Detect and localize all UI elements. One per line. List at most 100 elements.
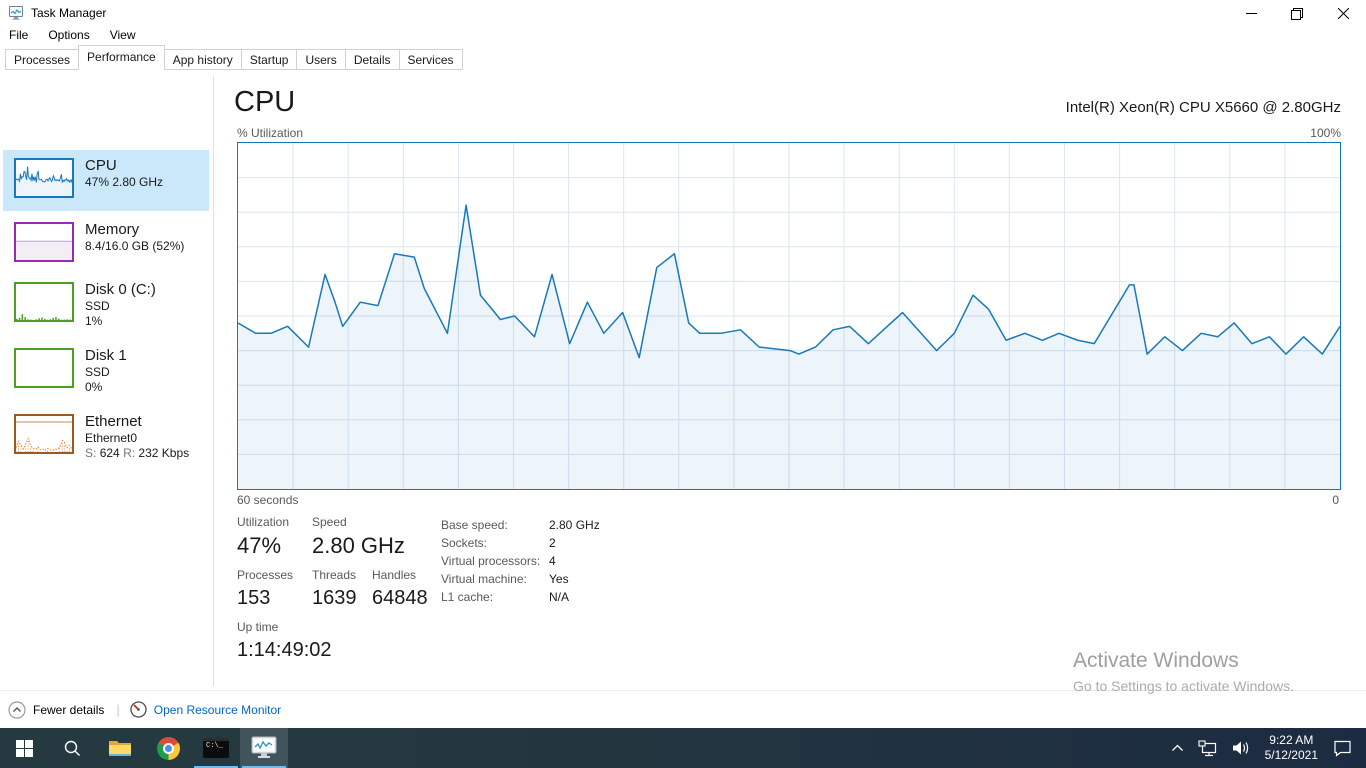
- sidebar-item-ethernet[interactable]: Ethernet Ethernet0 S: 624 R: 232 Kbps: [3, 406, 209, 472]
- menubar: File Options View: [0, 26, 1366, 44]
- x-axis-right-label: 0: [1332, 493, 1339, 507]
- command-prompt-button[interactable]: C:\_: [192, 728, 240, 768]
- sidebar-item-disk0[interactable]: Disk 0 (C:) SSD 1%: [3, 274, 209, 340]
- search-icon: [64, 740, 80, 756]
- sidebar-disk1-usage: 0%: [85, 380, 103, 394]
- sidebar-disk1-type: SSD: [85, 365, 110, 379]
- clock-date: 5/12/2021: [1264, 748, 1318, 762]
- search-button[interactable]: [48, 728, 96, 768]
- memory-mini-graph: [14, 222, 74, 262]
- sidebar-disk1-title: Disk 1: [85, 347, 127, 364]
- disk0-mini-graph: [14, 282, 74, 322]
- sidebar-item-disk1[interactable]: Disk 1 SSD 0%: [3, 340, 209, 406]
- y-axis-label: % Utilization: [237, 126, 304, 140]
- speaker-icon: [1232, 741, 1248, 755]
- task-manager-button[interactable]: [240, 728, 288, 768]
- sidebar-ethernet-throughput: S: 624 R: 232 Kbps: [85, 446, 190, 460]
- tab-services[interactable]: Services: [398, 49, 463, 70]
- tab-details[interactable]: Details: [344, 49, 400, 70]
- command-prompt-icon: C:\_: [203, 738, 229, 758]
- action-center-icon: [1334, 740, 1351, 757]
- detail-virtual-machine: Virtual machine: Yes: [441, 572, 569, 586]
- close-icon: [1337, 8, 1349, 19]
- minimize-icon: [1245, 13, 1257, 14]
- stat-processes: Processes 153: [237, 568, 294, 609]
- fewer-details-button[interactable]: [8, 700, 26, 719]
- sidebar-ethernet-adapter: Ethernet0: [85, 431, 138, 445]
- titlebar: Task Manager: [0, 0, 1366, 26]
- taskbar-clock[interactable]: 9:22 AM 5/12/2021: [1257, 733, 1326, 763]
- detail-base-speed: Base speed: 2.80 GHz: [441, 518, 600, 532]
- footer-divider: |: [116, 702, 120, 717]
- sidebar-item-memory[interactable]: Memory 8.4/16.0 GB (52%): [3, 214, 209, 274]
- stat-threads: Threads 1639: [312, 568, 357, 609]
- tab-performance[interactable]: Performance: [78, 45, 165, 70]
- tray-expand-button[interactable]: [1164, 728, 1191, 768]
- tab-users[interactable]: Users: [296, 49, 346, 70]
- chevron-up-icon: [1171, 744, 1183, 751]
- sidebar-cpu-stats: 47% 2.80 GHz: [85, 175, 164, 189]
- cpu-utilization-chart: [237, 142, 1341, 490]
- desktop: Task Manager File Options View Processes…: [0, 0, 1366, 768]
- tab-startup[interactable]: Startup: [240, 49, 298, 70]
- taskbar: C:\_ 9:22 AM 5/12/2021: [0, 728, 1366, 768]
- footer-bar: Fewer details | Open Resource Monitor: [0, 690, 1366, 728]
- sidebar-cpu-title: CPU: [85, 157, 117, 174]
- sidebar-ethernet-title: Ethernet: [85, 413, 142, 430]
- stat-uptime: Up time 1:14:49:02: [237, 620, 332, 661]
- menu-view[interactable]: View: [100, 28, 146, 42]
- sidebar-memory-title: Memory: [85, 221, 140, 238]
- x-axis-left-label: 60 seconds: [237, 493, 299, 507]
- sidebar-disk0-title: Disk 0 (C:): [85, 281, 156, 298]
- restore-icon: [1291, 7, 1303, 20]
- task-manager-app-icon: [9, 6, 23, 20]
- performance-sidebar: CPU 47% 2.80 GHz Memory 8.4/16.0 GB (52%…: [0, 70, 213, 690]
- detail-l1-cache: L1 cache: N/A: [441, 590, 570, 604]
- cpu-mini-graph: [14, 158, 74, 198]
- action-center-button[interactable]: [1326, 728, 1366, 768]
- chevron-up-circle-icon: [8, 700, 26, 719]
- y-axis-max-label: 100%: [1310, 126, 1341, 140]
- page-title: CPU: [234, 86, 296, 118]
- chrome-button[interactable]: [144, 728, 192, 768]
- clock-time: 9:22 AM: [1269, 733, 1314, 747]
- open-resource-monitor-link[interactable]: Open Resource Monitor: [154, 703, 281, 717]
- tab-app-history[interactable]: App history: [163, 49, 242, 70]
- menu-file[interactable]: File: [0, 28, 38, 42]
- minimize-button[interactable]: [1228, 0, 1274, 27]
- tab-strip: Processes Performance App history Startu…: [0, 45, 1366, 70]
- menu-options[interactable]: Options: [38, 28, 99, 42]
- ethernet-mini-graph: [14, 414, 74, 454]
- system-tray: 9:22 AM 5/12/2021: [1164, 728, 1366, 768]
- stat-speed: Speed 2.80 GHz: [312, 515, 405, 558]
- file-explorer-icon: [109, 741, 131, 756]
- tab-processes[interactable]: Processes: [5, 49, 80, 70]
- detail-virtual-processors: Virtual processors: 4: [441, 554, 556, 568]
- chart-bottom-axis: 60 seconds 0: [237, 493, 1341, 507]
- sidebar-disk0-type: SSD: [85, 299, 110, 313]
- close-button[interactable]: [1320, 0, 1366, 27]
- stat-utilization: Utilization 47%: [237, 515, 290, 558]
- volume-button[interactable]: [1225, 728, 1257, 768]
- sidebar-memory-stats: 8.4/16.0 GB (52%): [85, 239, 185, 253]
- task-manager-icon: [251, 736, 277, 758]
- cpu-stats: Utilization 47% Speed 2.80 GHz Processes…: [237, 515, 1341, 662]
- fewer-details-label[interactable]: Fewer details: [33, 703, 104, 717]
- cpu-performance-panel: CPU Intel(R) Xeon(R) CPU X5660 @ 2.80GHz…: [234, 70, 1341, 688]
- sidebar-divider: [213, 76, 214, 686]
- network-ethernet-icon: [1198, 739, 1216, 756]
- sidebar-item-cpu[interactable]: CPU 47% 2.80 GHz: [3, 150, 209, 211]
- restore-button[interactable]: [1274, 0, 1320, 27]
- stat-handles: Handles 64848: [372, 568, 428, 609]
- disk1-mini-graph: [14, 348, 74, 388]
- cpu-spec-details: Base speed: 2.80 GHz Sockets: 2 Virtual pr…: [441, 516, 600, 606]
- start-button[interactable]: [0, 728, 48, 768]
- sidebar-disk0-usage: 1%: [85, 314, 103, 328]
- network-status-button[interactable]: [1191, 728, 1225, 768]
- file-explorer-button[interactable]: [96, 728, 144, 768]
- window-title: Task Manager: [31, 6, 107, 20]
- cpu-chart-svg: [238, 143, 1340, 489]
- resource-monitor-icon: [130, 701, 147, 718]
- processor-name: Intel(R) Xeon(R) CPU X5660 @ 2.80GHz: [1065, 99, 1341, 116]
- chrome-icon: [156, 736, 180, 760]
